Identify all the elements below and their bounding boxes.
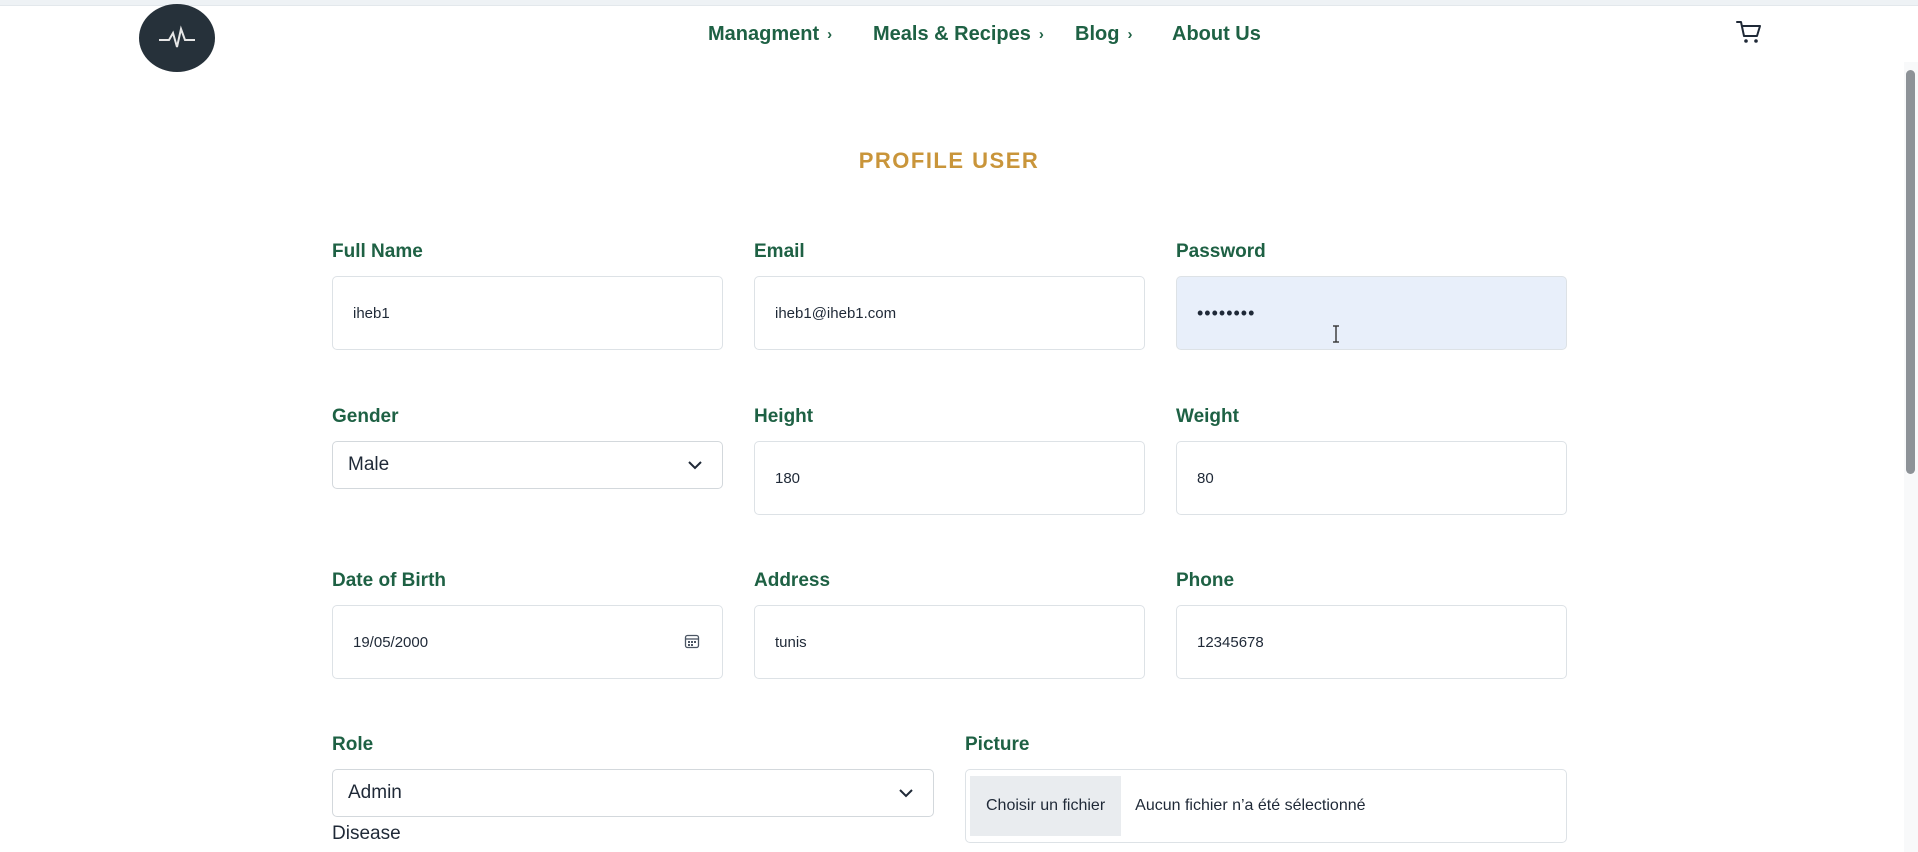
weight-input[interactable]: 80 [1176, 441, 1567, 515]
text-cursor-icon [1333, 325, 1339, 343]
password-input[interactable]: •••••••• [1176, 276, 1567, 350]
full-name-label: Full Name [332, 241, 423, 262]
address-label: Address [754, 570, 831, 591]
nav-item-managment[interactable]: Managment › [708, 18, 832, 50]
main-nav: Managment › Meals & Recipes › Blog › Abo… [0, 18, 1918, 50]
chevron-right-icon: › [827, 25, 833, 43]
picture-file-input[interactable]: Choisir un fichier Aucun fichier n’a été… [965, 769, 1567, 843]
nav-item-label: Managment [708, 22, 820, 45]
email-input[interactable]: iheb1@iheb1.com [754, 276, 1145, 350]
chevron-right-icon: › [1127, 25, 1133, 43]
browser-top-edge [0, 0, 1918, 6]
height-input[interactable]: 180 [754, 441, 1145, 515]
full-name-input[interactable]: iheb1 [332, 276, 723, 350]
nav-item-about-us[interactable]: About Us [1172, 18, 1261, 50]
file-status-text: Aucun fichier n’a été sélectionné [1135, 797, 1366, 814]
page-scrollbar[interactable] [1904, 62, 1918, 852]
date-of-birth-input[interactable]: 19/05/2000 [332, 605, 723, 679]
height-label: Height [754, 406, 814, 427]
weight-label: Weight [1176, 406, 1239, 427]
password-label: Password [1176, 241, 1266, 262]
phone-input[interactable]: 12345678 [1176, 605, 1567, 679]
chevron-down-icon [688, 461, 702, 470]
nav-item-label: About Us [1172, 22, 1261, 45]
choose-file-button[interactable]: Choisir un fichier [970, 776, 1122, 836]
role-select[interactable]: Admin [332, 769, 934, 817]
email-label: Email [754, 241, 805, 262]
chevron-down-icon [899, 789, 913, 798]
role-select-value: Admin [348, 782, 402, 803]
picture-label: Picture [965, 734, 1030, 755]
page-title: PROFILE USER [858, 148, 1040, 173]
address-input[interactable]: tunis [754, 605, 1145, 679]
cart-icon[interactable] [1735, 18, 1763, 46]
role-label: Role [332, 734, 374, 755]
phone-label: Phone [1176, 570, 1235, 591]
disease-label: Disease [332, 823, 401, 844]
date-of-birth-label: Date of Birth [332, 570, 446, 591]
scrollbar-thumb[interactable] [1906, 70, 1915, 474]
nav-item-meals-recipes[interactable]: Meals & Recipes › [873, 18, 1044, 50]
gender-select[interactable]: Male [332, 441, 723, 489]
nav-item-label: Meals & Recipes [873, 22, 1031, 45]
date-of-birth-value: 19/05/2000 [353, 633, 429, 651]
gender-select-value: Male [348, 454, 390, 475]
chevron-right-icon: › [1038, 25, 1044, 43]
nav-item-label: Blog [1075, 22, 1120, 45]
calendar-icon[interactable] [684, 633, 700, 649]
gender-label: Gender [332, 406, 399, 427]
nav-item-blog[interactable]: Blog › [1075, 18, 1132, 50]
